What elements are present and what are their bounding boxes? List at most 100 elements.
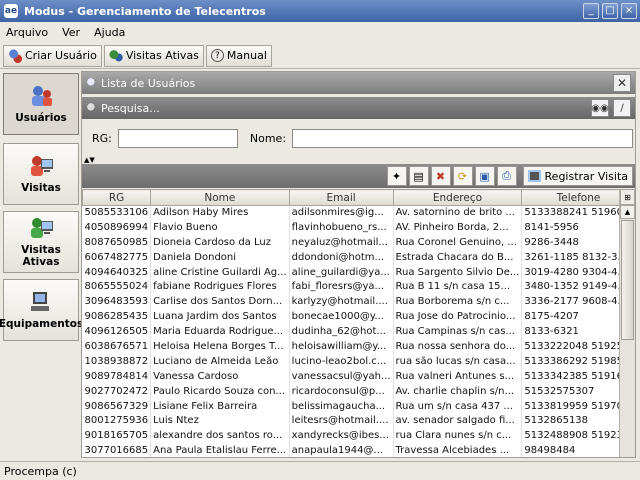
- col-endereco[interactable]: Endereço: [392, 189, 523, 206]
- users-active-icon: [108, 48, 123, 63]
- save-icon[interactable]: ▣: [474, 166, 495, 186]
- table-cell: Luana Jardim dos Santos: [150, 309, 290, 325]
- table-cell: aline Cristine Guilardi Ag...: [150, 265, 290, 280]
- refresh-icon[interactable]: ⟳: [452, 166, 473, 186]
- delete-icon[interactable]: ✖: [430, 166, 451, 186]
- collapse-arrows-icon[interactable]: ▲▼: [84, 157, 95, 164]
- panel-close-icon[interactable]: ✕: [613, 74, 631, 92]
- table-cell: rua são lucas s/n casa...: [393, 354, 523, 370]
- table-cell: 4050896994: [82, 220, 152, 236]
- app-icon: ae: [4, 4, 18, 18]
- table-row[interactable]: 1038938872 Luciano de Almeida Leão lucino-…: [82, 354, 635, 370]
- col-rg[interactable]: RG: [82, 189, 152, 206]
- table-cell: heloisawilliam@y...: [289, 339, 394, 355]
- registrar-visita-label: Registrar Visita: [544, 169, 628, 183]
- nome-label: Nome:: [249, 131, 287, 145]
- col-email[interactable]: Email: [288, 189, 394, 206]
- table-cell: Luis Ntez: [150, 413, 290, 429]
- visitas-ativas-label: Visitas Ativas: [125, 49, 199, 62]
- window-controls: _ □ ×: [583, 3, 637, 19]
- column-control-icon[interactable]: ⊞: [620, 189, 635, 205]
- visitas-ativas-button[interactable]: Visitas Ativas: [103, 44, 204, 67]
- table-cell: fabi_floresrs@ya...: [289, 279, 394, 295]
- sidebar-label-visitas-ativas: Visitas Ativas: [21, 244, 61, 268]
- table-row[interactable]: 3077016685 Ana Paula Etalislau Ferre... an…: [82, 443, 635, 457]
- close-icon[interactable]: ×: [621, 3, 637, 19]
- table-cell: Rua Borborema s/n c...: [393, 294, 523, 310]
- table-cell: karlyzy@hotmail....: [289, 294, 394, 310]
- table-cell: alexandre dos santos ro...: [150, 428, 290, 444]
- sidebar-item-usuarios[interactable]: Usuários: [3, 73, 79, 135]
- search-form: RG: Nome:: [82, 120, 635, 156]
- table-row[interactable]: 3096483593 Carlise dos Santos Dorn... karl…: [82, 294, 635, 310]
- table-row[interactable]: 8087650985 Dioneia Cardoso da Luz neyaluz@…: [82, 235, 635, 251]
- search-users-icon: [86, 102, 98, 114]
- scroll-up-icon[interactable]: ▲: [620, 205, 635, 219]
- table-cell: Carlise dos Santos Dorn...: [150, 294, 290, 310]
- table-cell: Travessa Alcebiades ...: [393, 443, 523, 457]
- table-cell: dudinha_62@hot...: [289, 324, 394, 340]
- table-cell: Rua nossa senhora do...: [393, 339, 523, 355]
- table-cell: flavinhobueno_rs...: [289, 220, 394, 236]
- table-row[interactable]: 8065555024 fabiane Rodrigues Flores fabi_f…: [82, 279, 635, 295]
- menu-ajuda[interactable]: Ajuda: [94, 26, 125, 39]
- edit-icon[interactable]: ▤: [408, 166, 429, 186]
- table-cell: Heloisa Helena Borges T...: [150, 339, 290, 355]
- binoculars-icon[interactable]: ◉◉: [591, 99, 609, 117]
- nome-input[interactable]: [292, 128, 634, 148]
- clear-icon[interactable]: ∕: [613, 99, 631, 117]
- table-cell: Dioneia Cardoso da Luz: [150, 235, 290, 251]
- table-cell: aline_guilardi@ya...: [289, 265, 394, 280]
- rg-label: RG:: [92, 131, 112, 145]
- scroll-thumb[interactable]: [621, 220, 634, 340]
- sidebar-item-equipamentos[interactable]: Equipamentos: [0, 279, 83, 341]
- users-grid: RG Nome Email Endereço Telefone 50855331…: [82, 189, 635, 457]
- sidebar-item-visitas-ativas[interactable]: Visitas Ativas: [3, 211, 79, 273]
- table-row[interactable]: 9018165705 alexandre dos santos ro... xand…: [82, 428, 635, 444]
- registrar-visita-button[interactable]: Registrar Visita: [522, 166, 633, 186]
- table-cell: Ana Paula Etalislau Ferre...: [150, 443, 290, 457]
- table-cell: leitesrs@hotmail....: [289, 413, 394, 429]
- table-row[interactable]: 4094640325 aline Cristine Guilardi Ag... a…: [82, 265, 635, 280]
- table-row[interactable]: 5085533106 Adilson Haby Mires adilsonmires…: [82, 205, 635, 221]
- table-cell: 4096126505: [82, 324, 152, 340]
- table-cell: Paulo Ricardo Souza con...: [150, 384, 290, 400]
- table-row[interactable]: 9086285435 Luana Jardim dos Santos bonecae…: [82, 309, 635, 325]
- table-row[interactable]: 9027702472 Paulo Ricardo Souza con... rica…: [82, 384, 635, 400]
- table-row[interactable]: 4096126505 Maria Eduarda Rodrigue... dudin…: [82, 324, 635, 340]
- title-bar: ae Modus - Gerenciamento de Telecentros …: [0, 0, 640, 22]
- table-body: 5085533106 Adilson Haby Mires adilsonmires…: [82, 205, 635, 457]
- table-row[interactable]: 9086567329 Lisiane Felix Barreira belissim…: [82, 399, 635, 414]
- minimize-icon[interactable]: _: [583, 3, 599, 19]
- criar-usuario-button[interactable]: Criar Usuário: [3, 44, 102, 67]
- sidebar: Usuários Visitas Visitas Ativas Equipame…: [0, 73, 83, 458]
- new-icon[interactable]: ✦: [386, 166, 407, 186]
- table-row[interactable]: 4050896994 Flavio Bueno flavinhobueno_rs..…: [82, 220, 635, 236]
- vertical-scrollbar[interactable]: ⊞ ▲: [619, 189, 635, 457]
- maximize-icon[interactable]: □: [602, 3, 618, 19]
- menu-ver[interactable]: Ver: [62, 26, 80, 39]
- menu-arquivo[interactable]: Arquivo: [6, 26, 48, 39]
- table-cell: 9086567329: [82, 399, 152, 414]
- table-cell: 9089784814: [82, 369, 152, 385]
- table-cell: Flavio Bueno: [150, 220, 290, 236]
- manual-label: Manual: [226, 49, 267, 62]
- print-icon[interactable]: ⎙: [496, 166, 517, 186]
- sidebar-item-visitas[interactable]: Visitas: [3, 143, 79, 205]
- col-nome[interactable]: Nome: [150, 189, 290, 206]
- manual-button[interactable]: ? Manual: [205, 44, 272, 67]
- rg-input[interactable]: [117, 128, 238, 148]
- table-row[interactable]: 6067482775 Daniela Dondoni ddondoni@hotm..…: [82, 250, 635, 266]
- table-row[interactable]: 6038676571 Heloisa Helena Borges T... helo…: [82, 339, 635, 355]
- table-cell: Maria Eduarda Rodrigue...: [150, 324, 290, 340]
- table-cell: Daniela Dondoni: [150, 250, 290, 266]
- table-row[interactable]: 9089784814 Vanessa Cardoso vanessacsul@yah…: [82, 369, 635, 385]
- status-text: Procempa (c): [4, 464, 77, 478]
- table-cell: 8087650985: [82, 235, 152, 251]
- menu-bar: Arquivo Ver Ajuda: [0, 22, 640, 42]
- table-cell: 3096483593: [82, 294, 152, 310]
- table-toolbar: ✦ ▤ ✖ ⟳ ▣ ⎙ Registrar Visita: [82, 164, 635, 188]
- users-table: RG Nome Email Endereço Telefone 50855331…: [82, 189, 635, 457]
- table-cell: 9018165705: [82, 428, 152, 444]
- table-row[interactable]: 8001275936 Luis Ntez leitesrs@hotmail.... a…: [82, 413, 635, 429]
